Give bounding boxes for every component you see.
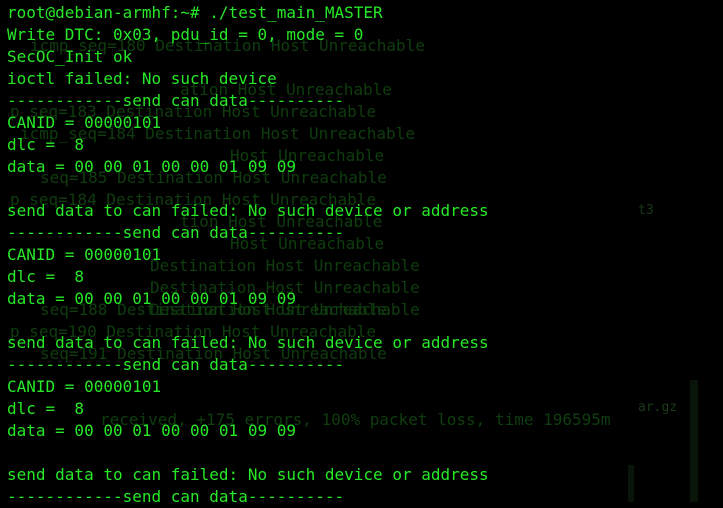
terminal-line: CANID = 00000101 <box>7 377 162 396</box>
terminal-line: ioctl failed: No such device <box>7 69 277 88</box>
terminal-line: data = 00 00 01 00 00 01 09 09 <box>7 289 296 308</box>
terminal-line: ------------send can data---------- <box>7 355 345 374</box>
terminal-line: send data to can failed: No such device … <box>7 201 489 220</box>
terminal-line: CANID = 00000101 <box>7 245 162 264</box>
terminal-line: dlc = 8 <box>7 267 85 286</box>
terminal-line: data = 00 00 01 00 00 01 09 09 <box>7 157 296 176</box>
terminal-line: CANID = 00000101 <box>7 113 162 132</box>
terminal-line: SecOC_Init ok <box>7 47 133 66</box>
terminal-line: send data to can failed: No such device … <box>7 465 489 484</box>
terminal-line: root@debian-armhf:~# ./test_main_MASTER <box>7 3 383 22</box>
terminal-line: data = 00 00 01 00 00 01 09 09 <box>7 421 296 440</box>
terminal-line: Write DTC: 0x03, pdu_id = 0, mode = 0 <box>7 25 364 44</box>
terminal-line: send data to can failed: No such device … <box>7 333 489 352</box>
terminal-line: dlc = 8 <box>7 399 85 418</box>
terminal-line: dlc = 8 <box>7 135 85 154</box>
terminal-line: ------------send can data---------- <box>7 223 345 242</box>
terminal-output[interactable]: root@debian-armhf:~# ./test_main_MASTER … <box>0 0 723 506</box>
terminal-line: ------------send can data---------- <box>7 487 345 506</box>
terminal-line: ------------send can data---------- <box>7 91 345 110</box>
